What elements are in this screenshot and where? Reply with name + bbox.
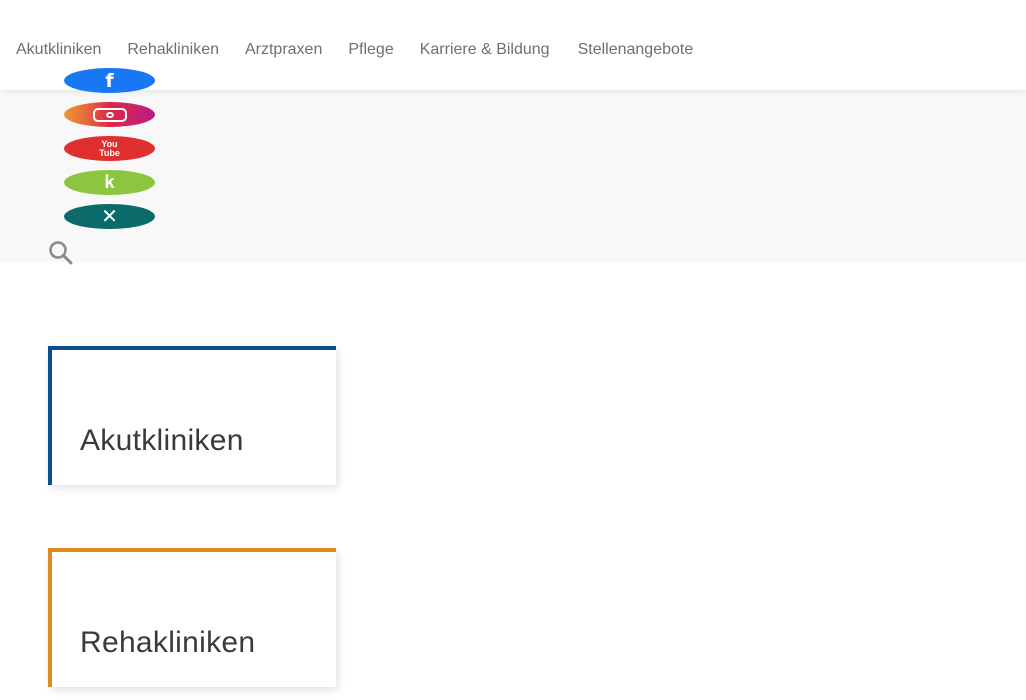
kununu-icon[interactable]: k [64, 170, 155, 195]
xing-icon[interactable]: ✕ [64, 204, 155, 229]
card-title: Rehakliniken [80, 626, 256, 659]
page: Akutkliniken Rehakliniken Arztpraxen Pfl… [0, 0, 1026, 700]
card-title: Akutkliniken [80, 424, 244, 457]
youtube-icon[interactable]: You Tube [64, 136, 155, 161]
magnifier-glyph [49, 241, 73, 265]
nav-item-stellenangebote[interactable]: Stellenangebote [578, 38, 694, 62]
nav-item-arztpraxen[interactable]: Arztpraxen [245, 38, 322, 62]
nav-item-akutkliniken[interactable]: Akutkliniken [16, 38, 101, 62]
card-akutkliniken[interactable]: Akutkliniken [48, 346, 336, 485]
main-navigation: Akutkliniken Rehakliniken Arztpraxen Pfl… [16, 38, 719, 62]
youtube-line-2: Tube [99, 147, 120, 158]
nav-item-karriere-bildung[interactable]: Karriere & Bildung [420, 38, 550, 62]
camera-shape [92, 107, 127, 122]
xing-glyph: ✕ [101, 206, 118, 228]
nav-item-rehakliniken[interactable]: Rehakliniken [127, 38, 219, 62]
card-rehakliniken[interactable]: Rehakliniken [48, 548, 336, 687]
search-icon[interactable] [48, 240, 74, 266]
kununu-glyph: k [104, 172, 115, 192]
nav-item-pflege[interactable]: Pflege [348, 38, 393, 62]
facebook-icon[interactable]: f [64, 68, 155, 93]
facebook-glyph: f [105, 69, 114, 92]
instagram-icon[interactable] [64, 102, 155, 127]
social-links: f You Tube k ✕ [64, 68, 155, 238]
